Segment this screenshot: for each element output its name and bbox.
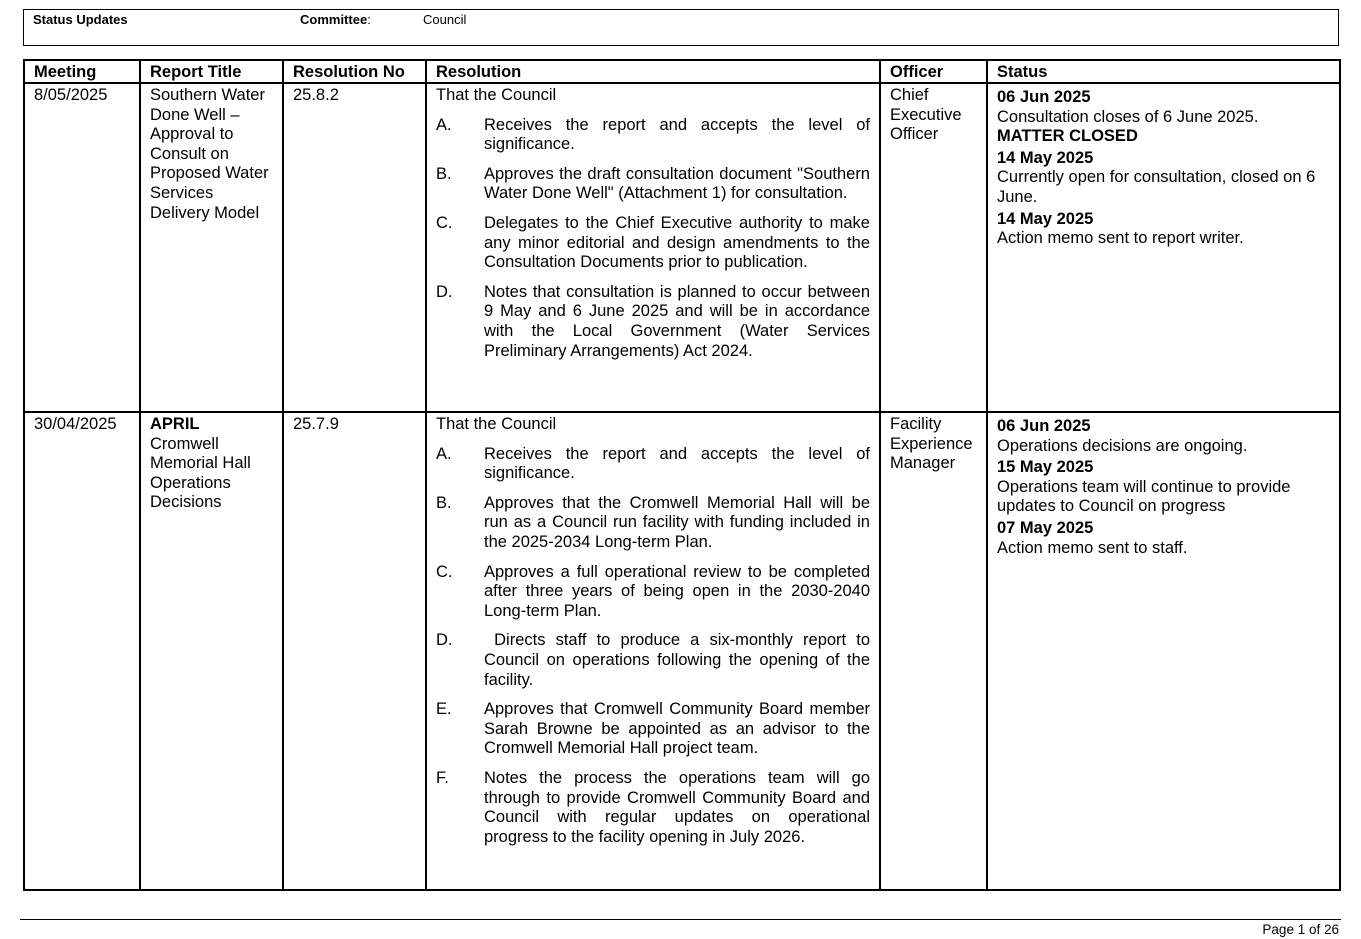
resolution-number: 25.8.2 bbox=[282, 82, 427, 413]
resolution-item-text: Directs staff to produce a six-monthly r… bbox=[484, 631, 875, 689]
report-title-text: Southern Water Done Well – Approval to C… bbox=[150, 86, 269, 222]
resolution-cell: That the Council A. Receives the report … bbox=[425, 82, 881, 413]
resolution-item-text: Approves the draft consultation document… bbox=[484, 164, 870, 203]
status-text: Action memo sent to staff. bbox=[997, 538, 1188, 557]
column-header-report-title: Report Title bbox=[139, 59, 284, 84]
resolution-item-letter: A. bbox=[436, 444, 452, 463]
resolution-intro: That the Council bbox=[436, 415, 557, 433]
resolution-item: C. Delegates to the Chief Executive auth… bbox=[436, 214, 870, 273]
status-date: 06 Jun 2025 bbox=[997, 88, 1091, 106]
resolution-item-text: Approves that the Cromwell Memorial Hall… bbox=[484, 493, 870, 551]
officer: Chief Executive Officer bbox=[879, 82, 988, 413]
resolution-item-letter: F. bbox=[436, 768, 449, 787]
resolution-item: E. Approves that Cromwell Community Boar… bbox=[436, 700, 870, 759]
status-date: 15 May 2025 bbox=[997, 458, 1094, 477]
status-date: 14 May 2025 bbox=[997, 209, 1094, 228]
column-header-meeting: Meeting bbox=[23, 59, 141, 84]
resolution-item-letter: C. bbox=[436, 213, 453, 232]
resolution-item: D. Directs staff to produce a six-monthl… bbox=[436, 631, 870, 690]
report-title-text: Cromwell Memorial Hall Operations Decisi… bbox=[150, 434, 251, 512]
table-header-row: Meeting Report Title Resolution No Resol… bbox=[23, 59, 1341, 84]
resolution-item-letter: B. bbox=[436, 164, 452, 183]
officer: Facility Experience Manager bbox=[879, 411, 988, 891]
status-table: Meeting Report Title Resolution No Resol… bbox=[23, 59, 1341, 891]
resolution-item-text: Delegates to the Chief Executive authori… bbox=[484, 213, 870, 272]
report-title: Status Updates bbox=[33, 12, 128, 27]
resolution-item-text: Receives the report and accepts the leve… bbox=[484, 115, 870, 154]
resolution-item: D. Notes that consultation is planned to… bbox=[436, 283, 870, 361]
resolution-item: A. Receives the report and accepts the l… bbox=[436, 116, 870, 155]
committee-label: Committee: bbox=[300, 12, 371, 27]
resolution-item-letter: C. bbox=[436, 562, 453, 581]
committee-value: Council bbox=[423, 12, 467, 27]
resolution-item-letter: A. bbox=[436, 115, 452, 134]
report-title-cell: Southern Water Done Well – Approval to C… bbox=[139, 82, 284, 413]
resolution-item-letter: E. bbox=[436, 700, 452, 719]
status-date: 07 May 2025 bbox=[997, 518, 1094, 537]
status-text: Operations team will continue to provide… bbox=[997, 477, 1291, 516]
page-number: Page 1 of 26 bbox=[1262, 922, 1339, 937]
status-text: Currently open for consultation, closed … bbox=[997, 168, 1316, 206]
resolution-item-letter: D. bbox=[436, 631, 453, 650]
resolution-item: A. Receives the report and accepts the l… bbox=[436, 445, 870, 484]
column-header-resolution: Resolution bbox=[425, 59, 881, 84]
resolution-item: B. Approves that the Cromwell Memorial H… bbox=[436, 494, 870, 553]
report-title-prefix: APRIL bbox=[150, 415, 200, 433]
meeting-date: 8/05/2025 bbox=[23, 82, 141, 413]
column-header-status: Status bbox=[986, 59, 1341, 84]
resolution-item-letter: D. bbox=[436, 282, 453, 301]
resolution-item-text: Receives the report and accepts the leve… bbox=[484, 444, 870, 483]
column-header-resolution-no: Resolution No bbox=[282, 59, 427, 84]
column-header-officer: Officer bbox=[879, 59, 988, 84]
report-header: Status Updates Committee: Council bbox=[23, 9, 1339, 46]
resolution-item-text: Approves a full operational review to be… bbox=[484, 562, 870, 620]
footer-divider bbox=[20, 919, 1341, 920]
resolution-item: C. Approves a full operational review to… bbox=[436, 563, 870, 622]
resolution-intro: That the Council bbox=[436, 86, 557, 104]
resolution-item-text: Approves that Cromwell Community Board m… bbox=[484, 700, 870, 758]
status-entry: 14 May 2025 Currently open for consultat… bbox=[997, 149, 1330, 208]
status-entry: 15 May 2025 Operations team will continu… bbox=[997, 458, 1330, 517]
status-entry: 06 Jun 2025 Consultation closes of 6 Jun… bbox=[997, 88, 1330, 147]
status-closed-flag: MATTER CLOSED bbox=[997, 127, 1138, 146]
resolution-item: B. Approves the draft consultation docum… bbox=[436, 165, 870, 204]
status-text: Consultation closes of 6 June 2025. bbox=[997, 107, 1259, 126]
status-entry: 06 Jun 2025 Operations decisions are ong… bbox=[997, 417, 1330, 456]
resolution-item-text: Notes the process the operations team wi… bbox=[484, 768, 870, 846]
table-row: 30/04/2025 APRIL Cromwell Memorial Hall … bbox=[23, 411, 1341, 891]
resolution-number: 25.7.9 bbox=[282, 411, 427, 891]
resolution-item-letter: B. bbox=[436, 493, 452, 512]
status-text: Operations decisions are ongoing. bbox=[997, 436, 1248, 455]
status-date: 14 May 2025 bbox=[997, 148, 1094, 167]
status-cell: 06 Jun 2025 Consultation closes of 6 Jun… bbox=[986, 82, 1341, 413]
resolution-item-text: Notes that consultation is planned to oc… bbox=[484, 282, 870, 360]
status-date: 06 Jun 2025 bbox=[997, 417, 1091, 435]
resolution-cell: That the Council A. Receives the report … bbox=[425, 411, 881, 891]
table-row: 8/05/2025 Southern Water Done Well – App… bbox=[23, 82, 1341, 413]
report-title-cell: APRIL Cromwell Memorial Hall Operations … bbox=[139, 411, 284, 891]
status-entry: 07 May 2025 Action memo sent to staff. bbox=[997, 519, 1330, 558]
status-cell: 06 Jun 2025 Operations decisions are ong… bbox=[986, 411, 1341, 891]
status-text: Action memo sent to report writer. bbox=[997, 229, 1244, 248]
resolution-item: F. Notes the process the operations team… bbox=[436, 769, 870, 847]
meeting-date: 30/04/2025 bbox=[23, 411, 141, 891]
status-entry: 14 May 2025 Action memo sent to report w… bbox=[997, 210, 1330, 249]
